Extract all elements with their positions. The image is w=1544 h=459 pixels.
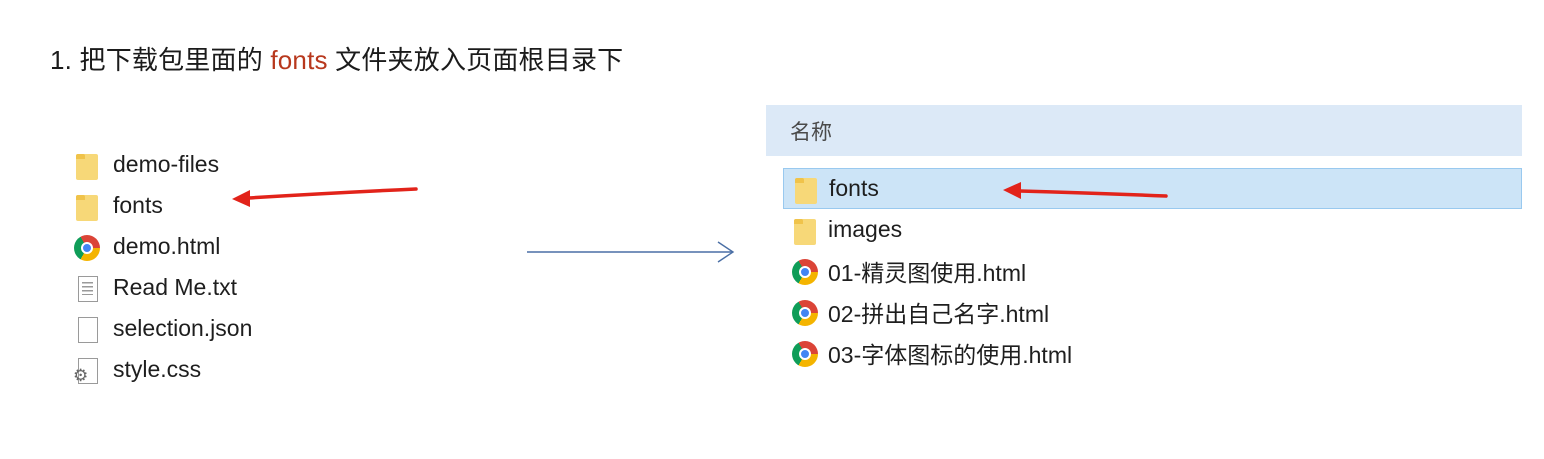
- chrome-icon: [790, 297, 818, 327]
- text-file-icon: [72, 273, 100, 303]
- file-name: Read Me.txt: [113, 274, 237, 300]
- folder-icon: [72, 191, 100, 221]
- css-file-icon: [72, 355, 100, 386]
- file-name: fonts: [829, 175, 879, 201]
- chrome-icon: [790, 338, 818, 368]
- instruction-highlight: fonts: [270, 45, 328, 75]
- file-name: 01-精灵图使用.html: [828, 259, 1027, 286]
- flow-arrow: [527, 241, 735, 263]
- instruction-heading: 1. 把下载包里面的 fonts 文件夹放入页面根目录下: [50, 40, 623, 77]
- chrome-icon: [72, 232, 100, 262]
- file-item-demo-files[interactable]: demo-files: [72, 144, 252, 185]
- file-item-style-css[interactable]: style.css: [72, 349, 252, 390]
- file-name: selection.json: [113, 315, 253, 341]
- explorer-item-03[interactable]: 03-字体图标的使用.html: [783, 332, 1522, 373]
- folder-icon: [791, 174, 819, 204]
- file-name: 02-拼出自己名字.html: [828, 300, 1050, 327]
- download-package-file-list: demo-files fonts demo.html Read Me.txt s…: [72, 144, 252, 390]
- explorer-item-02[interactable]: 02-拼出自己名字.html: [783, 291, 1522, 332]
- file-item-demo-html[interactable]: demo.html: [72, 226, 252, 267]
- file-item-readme[interactable]: Read Me.txt: [72, 267, 252, 308]
- explorer-item-fonts[interactable]: fonts: [783, 168, 1522, 209]
- column-header-label: 名称: [790, 120, 832, 144]
- file-item-selection-json[interactable]: selection.json: [72, 308, 252, 349]
- file-icon: [72, 314, 100, 344]
- file-name: demo-files: [113, 151, 220, 177]
- file-name: images: [828, 216, 903, 242]
- chrome-icon: [790, 256, 818, 286]
- instruction-prefix: 1. 把下载包里面的: [50, 45, 271, 75]
- explorer-item-images[interactable]: images: [783, 209, 1522, 250]
- file-name: fonts: [113, 192, 163, 218]
- file-name: style.css: [113, 356, 202, 382]
- explorer-panel: 名称 fonts images 01-精灵图使用.html 02-拼出自己名字.…: [766, 105, 1522, 385]
- instruction-suffix: 文件夹放入页面根目录下: [327, 45, 624, 75]
- explorer-file-list: fonts images 01-精灵图使用.html 02-拼出自己名字.htm…: [783, 168, 1522, 373]
- file-name: 03-字体图标的使用.html: [828, 341, 1073, 368]
- annotation-arrow-left: [232, 187, 418, 207]
- name-column-header[interactable]: 名称: [766, 105, 1522, 156]
- folder-icon: [72, 150, 100, 180]
- explorer-item-01[interactable]: 01-精灵图使用.html: [783, 250, 1522, 291]
- folder-icon: [790, 215, 818, 245]
- file-item-fonts[interactable]: fonts: [72, 185, 252, 226]
- file-name: demo.html: [113, 233, 221, 259]
